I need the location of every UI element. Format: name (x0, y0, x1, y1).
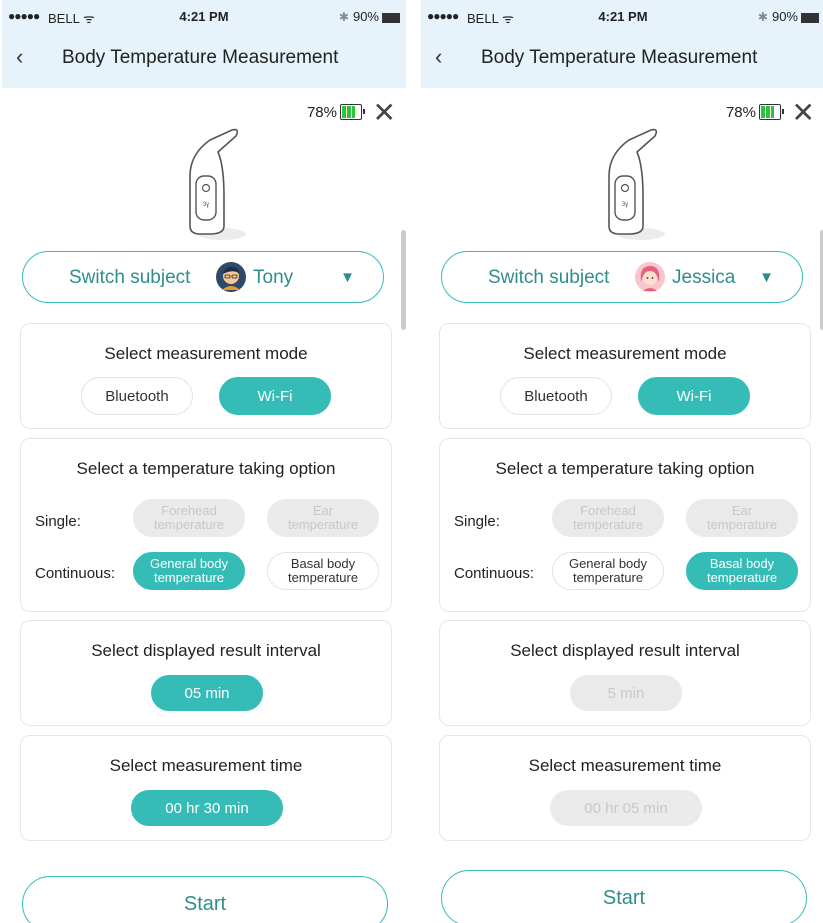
general-body-temperature-button[interactable]: General body temperature (552, 552, 664, 590)
ear-temperature-button[interactable]: Ear temperature (267, 499, 379, 537)
avatar (216, 262, 246, 292)
start-button[interactable]: Start (22, 876, 388, 923)
chevron-down-icon: ▼ (759, 269, 774, 286)
bluetooth-mode-button[interactable]: Bluetooth (81, 377, 193, 415)
single-label: Single: (454, 513, 500, 530)
phone-screen-tony: ●●●●● BELL ᯤ 4:21 PM ✱ 90% ‹ Body Tempera… (2, 0, 406, 923)
forehead-temperature-button[interactable]: Forehead temperature (552, 499, 664, 537)
device-battery-percent: 78% (306, 104, 337, 121)
measurement-mode-card: Select measurement mode Bluetooth Wi-Fi (20, 323, 392, 429)
back-icon[interactable]: ‹ (16, 44, 23, 70)
nav-bar: ‹ Body Temperature Measurement (2, 36, 406, 82)
measurement-time-card: Select measurement time 00 hr 30 min (20, 735, 392, 841)
battery-icon (801, 12, 819, 23)
bluetooth-icon: ✱ (338, 10, 349, 24)
wifi-mode-button[interactable]: Wi-Fi (638, 377, 750, 415)
continuous-label: Continuous: (454, 565, 535, 582)
interval-title: Select displayed result interval (510, 641, 740, 660)
switch-subject-button[interactable]: Switch subject Tony ▼ (22, 251, 384, 303)
back-icon[interactable]: ‹ (435, 44, 442, 70)
scrollbar[interactable] (401, 230, 406, 330)
close-icon[interactable]: ✕ (373, 96, 396, 129)
time-select-button[interactable]: 00 hr 05 min (550, 790, 702, 826)
temperature-option-card: Select a temperature taking option Singl… (439, 438, 811, 612)
time-title: Select measurement time (528, 756, 722, 775)
status-battery: ✱ 90% (758, 9, 819, 24)
nav-bar: ‹ Body Temperature Measurement (421, 36, 823, 82)
subject-name: Jessica (672, 267, 736, 288)
measurement-time-card: Select measurement time 00 hr 05 min (439, 735, 811, 841)
svg-text:3ɣ: 3ɣ (203, 202, 209, 208)
device-battery-percent: 78% (725, 104, 756, 121)
bluetooth-mode-button[interactable]: Bluetooth (500, 377, 612, 415)
wifi-mode-button[interactable]: Wi-Fi (219, 377, 331, 415)
close-icon[interactable]: ✕ (792, 96, 815, 129)
bluetooth-icon: ✱ (757, 10, 768, 24)
general-body-temperature-button[interactable]: General body temperature (133, 552, 245, 590)
basal-body-temperature-button[interactable]: Basal body temperature (267, 552, 379, 590)
basal-body-temperature-button[interactable]: Basal body temperature (686, 552, 798, 590)
thermometer-device-icon: 3ɣ (608, 128, 665, 240)
device-battery-icon (340, 104, 365, 120)
status-bar: ●●●●● BELL ᯤ 4:21 PM ✱ 90% (421, 0, 823, 36)
header: ●●●●● BELL ᯤ 4:21 PM ✱ 90% ‹ Body Tempera… (2, 0, 406, 88)
forehead-temperature-button[interactable]: Forehead temperature (133, 499, 245, 537)
interval-title: Select displayed result interval (91, 641, 321, 660)
interval-select-button[interactable]: 05 min (151, 675, 263, 711)
time-title: Select measurement time (109, 756, 303, 775)
temperature-option-card: Select a temperature taking option Singl… (20, 438, 392, 612)
result-interval-card: Select displayed result interval 05 min (20, 620, 392, 726)
page-title: Body Temperature Measurement (62, 47, 339, 68)
ear-temperature-button[interactable]: Ear temperature (686, 499, 798, 537)
svg-text:3ɣ: 3ɣ (622, 202, 628, 208)
device-battery-icon (759, 104, 784, 120)
subject-name: Tony (253, 267, 294, 288)
result-interval-card: Select displayed result interval 5 min (439, 620, 811, 726)
single-label: Single: (35, 513, 81, 530)
thermometer-device-icon: 3ɣ (189, 128, 246, 240)
status-bar: ●●●●● BELL ᯤ 4:21 PM ✱ 90% (2, 0, 406, 36)
mode-title: Select measurement mode (523, 344, 727, 363)
chevron-down-icon: ▼ (340, 269, 355, 286)
switch-subject-label: Switch subject (488, 267, 610, 288)
start-button[interactable]: Start (441, 870, 807, 923)
avatar (635, 262, 665, 292)
option-title: Select a temperature taking option (495, 459, 755, 478)
time-select-button[interactable]: 00 hr 30 min (131, 790, 283, 826)
switch-subject-label: Switch subject (69, 267, 191, 288)
continuous-label: Continuous: (35, 565, 116, 582)
battery-icon (382, 12, 400, 23)
status-battery: ✱ 90% (339, 9, 400, 24)
interval-select-button[interactable]: 5 min (570, 675, 682, 711)
header: ●●●●● BELL ᯤ 4:21 PM ✱ 90% ‹ Body Tempera… (421, 0, 823, 88)
measurement-mode-card: Select measurement mode Bluetooth Wi-Fi (439, 323, 811, 429)
phone-screen-jessica: ●●●●● BELL ᯤ 4:21 PM ✱ 90% ‹ Body Tempera… (421, 0, 823, 923)
option-title: Select a temperature taking option (76, 459, 336, 478)
mode-title: Select measurement mode (104, 344, 308, 363)
page-title: Body Temperature Measurement (481, 47, 758, 68)
switch-subject-button[interactable]: Switch subject Jessica ▼ (441, 251, 803, 303)
